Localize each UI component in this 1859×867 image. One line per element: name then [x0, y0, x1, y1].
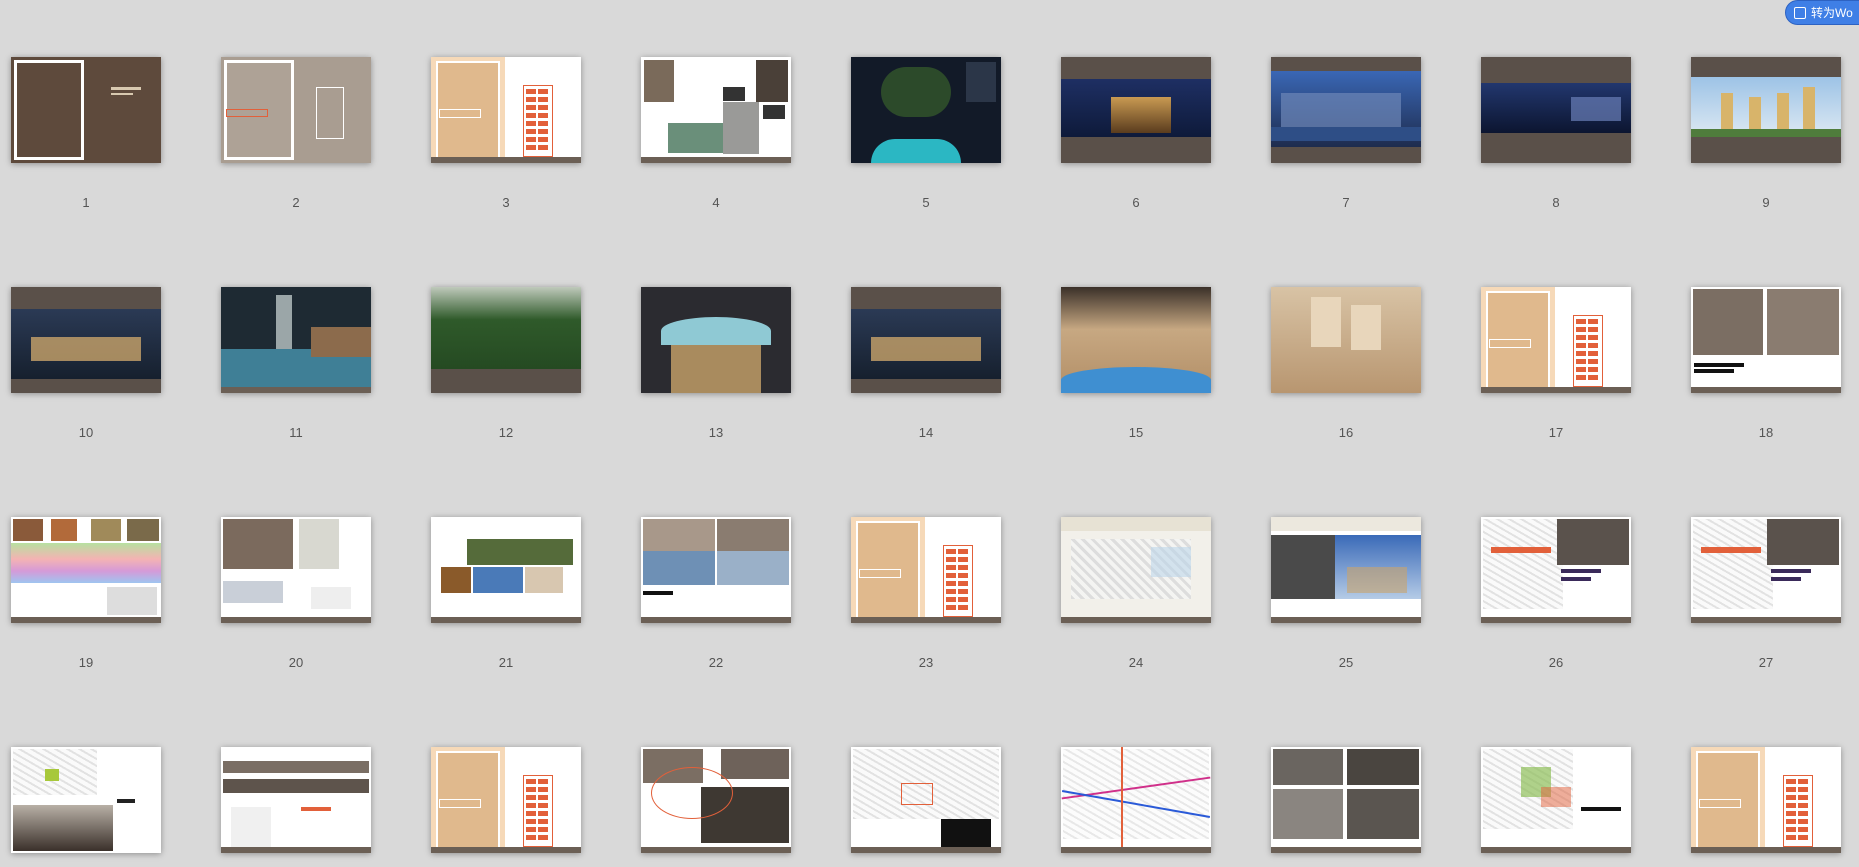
page-number-label: 23 — [918, 655, 934, 670]
convert-to-word-button[interactable]: 转为Wo — [1785, 0, 1859, 25]
thumbnail-image[interactable] — [221, 287, 371, 393]
page-number-label: 26 — [1548, 655, 1564, 670]
thumbnail-image[interactable] — [641, 287, 791, 393]
thumbnail-image[interactable] — [851, 57, 1001, 163]
thumbnail-image[interactable] — [1061, 517, 1211, 623]
page-number-label: 4 — [712, 195, 720, 210]
thumbnail-image[interactable] — [11, 57, 161, 163]
thumbnail-image[interactable] — [1271, 747, 1421, 853]
thumbnail-image[interactable] — [221, 57, 371, 163]
thumbnail-image[interactable] — [1481, 747, 1631, 853]
thumbnail-image[interactable] — [1691, 747, 1841, 853]
page-number-label: 1 — [82, 195, 90, 210]
thumbnail-image[interactable] — [1481, 517, 1631, 623]
page-number-label: 12 — [498, 425, 514, 440]
convert-label: 转为Wo — [1811, 6, 1853, 20]
thumbnail-image[interactable] — [641, 517, 791, 623]
page-number-label: 5 — [922, 195, 930, 210]
thumbnail-image[interactable] — [431, 287, 581, 393]
page-number-label: 21 — [498, 655, 514, 670]
page-number-label: 3 — [502, 195, 510, 210]
page-number-label: 11 — [289, 425, 303, 440]
page-number-label: 14 — [918, 425, 934, 440]
page-number-label: 2 — [292, 195, 300, 210]
thumbnail-image[interactable] — [1481, 287, 1631, 393]
page-number-label: 22 — [708, 655, 724, 670]
thumbnail-image[interactable] — [851, 287, 1001, 393]
thumbnail-image[interactable] — [431, 57, 581, 163]
page-number-label: 20 — [288, 655, 304, 670]
thumbnail-image[interactable] — [641, 747, 791, 853]
page-number-label: 16 — [1338, 425, 1354, 440]
thumbnail-image[interactable] — [641, 57, 791, 163]
thumbnail-image[interactable] — [1271, 57, 1421, 163]
thumbnail-image[interactable] — [11, 517, 161, 623]
page-number-label: 25 — [1338, 655, 1354, 670]
thumbnail-image[interactable] — [1061, 57, 1211, 163]
thumbnail-image[interactable] — [1271, 517, 1421, 623]
thumbnail-image[interactable] — [1691, 287, 1841, 393]
thumbnail-image[interactable] — [1271, 287, 1421, 393]
page-number-label: 8 — [1552, 195, 1560, 210]
page-number-label: 27 — [1758, 655, 1774, 670]
page-number-label: 18 — [1758, 425, 1774, 440]
thumbnail-image[interactable] — [221, 747, 371, 853]
page-number-label: 15 — [1128, 425, 1144, 440]
document-convert-icon — [1794, 7, 1806, 19]
page-number-label: 10 — [78, 425, 94, 440]
page-number-label: 17 — [1548, 425, 1564, 440]
thumbnail-image[interactable] — [221, 517, 371, 623]
thumbnail-image[interactable] — [431, 747, 581, 853]
page-number-label: 19 — [78, 655, 94, 670]
page-number-label: 9 — [1762, 195, 1770, 210]
thumbnail-image[interactable] — [1061, 287, 1211, 393]
thumbnail-image[interactable] — [1481, 57, 1631, 163]
page-number-label: 24 — [1128, 655, 1144, 670]
thumbnail-image[interactable] — [431, 517, 581, 623]
thumbnail-image[interactable] — [1061, 747, 1211, 853]
thumbnail-image[interactable] — [11, 747, 161, 853]
page-number-label: 7 — [1342, 195, 1350, 210]
thumbnail-image[interactable] — [851, 517, 1001, 623]
thumbnail-image[interactable] — [1691, 517, 1841, 623]
thumbnail-image[interactable] — [1691, 57, 1841, 163]
page-number-label: 13 — [708, 425, 724, 440]
page-number-label: 6 — [1132, 195, 1140, 210]
thumbnail-image[interactable] — [851, 747, 1001, 853]
page-thumbnail-grid: 1 2 3 4 5 6 7 8 9 10 11 12 13 14 15 16 17 18 19 20 21 22 23 24 2… — [0, 0, 1859, 867]
thumbnail-image[interactable] — [11, 287, 161, 393]
